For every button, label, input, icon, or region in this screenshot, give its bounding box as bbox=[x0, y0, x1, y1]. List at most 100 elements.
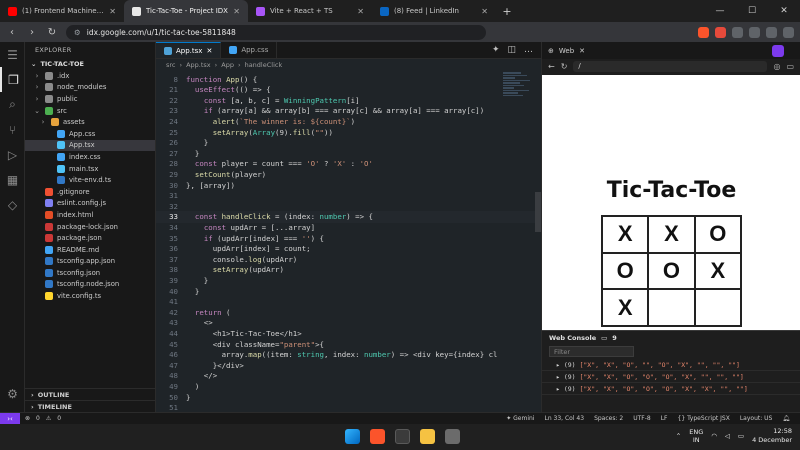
file-explorer-icon[interactable] bbox=[420, 429, 435, 444]
file-tree-item[interactable]: tsconfig.json bbox=[25, 267, 155, 279]
project-folder[interactable]: ⌄ TIC-TAC-TOE bbox=[25, 58, 155, 70]
file-tree-item[interactable]: App.tsx bbox=[25, 139, 155, 152]
search-icon[interactable]: ⌕ bbox=[0, 92, 25, 117]
menu-icon[interactable] bbox=[783, 26, 794, 38]
battery-icon[interactable]: ▭ bbox=[738, 432, 744, 440]
forward-icon[interactable]: › bbox=[26, 27, 38, 38]
tab-app-tsx[interactable]: App.tsx ✕ bbox=[156, 42, 222, 58]
store-icon[interactable] bbox=[395, 429, 410, 444]
file-tree-item[interactable]: .gitignore bbox=[25, 186, 155, 198]
file-tree-item[interactable]: main.tsx bbox=[25, 163, 155, 175]
file-tree-item[interactable]: package.json bbox=[25, 232, 155, 244]
encoding[interactable]: UTF-8 bbox=[633, 415, 651, 422]
board-cell[interactable]: X bbox=[602, 216, 649, 253]
code-line[interactable]: 51 bbox=[156, 402, 541, 412]
breadcrumb-item[interactable]: src bbox=[166, 61, 176, 69]
preview-eye-icon[interactable]: ◎ bbox=[773, 62, 780, 71]
gemini-panel-icon[interactable] bbox=[772, 44, 784, 57]
browser-tab[interactable]: (1) Frontend Machine Coding Interv ✕ bbox=[0, 0, 124, 22]
minimize-icon[interactable]: — bbox=[704, 0, 736, 22]
file-tree-item[interactable]: index.html bbox=[25, 209, 155, 221]
url-field[interactable]: ⚙ idx.google.com/u/1/tic-tac-toe-5811848 bbox=[66, 24, 486, 40]
close-tab-icon[interactable]: ✕ bbox=[481, 7, 488, 16]
file-tree-item[interactable]: › public bbox=[25, 93, 155, 105]
project-idx-icon[interactable]: ◇ bbox=[0, 192, 25, 217]
console-log-line[interactable]: ▸ (9) ["X", "X", "O", "O", "O", "X", "X"… bbox=[542, 383, 800, 395]
console-log-line[interactable]: ▸ (9) ["X", "X", "O", "O", "O", "X", "",… bbox=[542, 371, 800, 383]
web-back-icon[interactable]: ← bbox=[548, 62, 555, 71]
sidebar-icon[interactable] bbox=[749, 26, 760, 38]
web-tab-label[interactable]: Web bbox=[559, 47, 574, 55]
board-cell[interactable] bbox=[694, 289, 741, 326]
notifications-icon[interactable]: 🔔︎ bbox=[782, 415, 790, 422]
file-tree-item[interactable]: package-lock.json bbox=[25, 221, 155, 233]
breadcrumb-item[interactable]: handleClick bbox=[245, 61, 283, 69]
back-icon[interactable]: ‹ bbox=[6, 27, 18, 38]
devices-icon[interactable]: ▭ bbox=[786, 62, 794, 71]
board-cell[interactable]: X bbox=[694, 252, 741, 290]
new-tab-button[interactable]: + bbox=[496, 0, 518, 22]
board-cell[interactable]: X bbox=[602, 289, 649, 326]
console-filter-input[interactable]: Filter bbox=[549, 346, 634, 357]
file-tree-item[interactable]: vite.config.ts bbox=[25, 290, 155, 302]
file-tree-item[interactable]: vite-env.d.ts bbox=[25, 174, 155, 186]
file-tree-item[interactable]: ⌄ src bbox=[25, 105, 155, 117]
file-tree-item[interactable]: README.md bbox=[25, 244, 155, 256]
hamburger-menu-icon[interactable]: ☰ bbox=[0, 42, 25, 67]
board-cell[interactable]: X bbox=[648, 216, 695, 253]
web-reload-icon[interactable]: ↻ bbox=[561, 62, 568, 71]
site-info-icon[interactable]: ⚙ bbox=[74, 28, 81, 37]
windows-start-icon[interactable] bbox=[345, 429, 360, 444]
breadcrumb-item[interactable]: App.tsx bbox=[186, 61, 211, 69]
file-tree-item[interactable]: › assets bbox=[25, 116, 155, 128]
brave-shield-icon[interactable] bbox=[698, 26, 709, 38]
tab-app-css[interactable]: App.css bbox=[221, 42, 278, 58]
indentation[interactable]: Spaces: 2 bbox=[594, 415, 623, 422]
settings-gear-icon[interactable]: ⚙ bbox=[0, 381, 25, 406]
source-control-icon[interactable]: ⑂ bbox=[0, 117, 25, 142]
timeline-section[interactable]: › TIMELINE bbox=[25, 400, 156, 412]
app-icon[interactable] bbox=[445, 429, 460, 444]
file-tree-item[interactable]: index.css bbox=[25, 151, 155, 163]
language-indicator[interactable]: ENG IN bbox=[689, 428, 703, 444]
rewards-icon[interactable] bbox=[715, 26, 726, 38]
explorer-icon[interactable]: ❐ bbox=[0, 67, 25, 92]
remote-indicator-icon[interactable]: ›‹ bbox=[0, 412, 20, 425]
keyboard-layout[interactable]: Layout: US bbox=[740, 415, 773, 422]
file-tree-item[interactable]: › node_modules bbox=[25, 82, 155, 94]
board-cell[interactable]: O bbox=[648, 252, 695, 290]
board-cell[interactable]: O bbox=[602, 252, 649, 290]
end-of-line[interactable]: LF bbox=[661, 415, 668, 422]
extensions-icon[interactable] bbox=[732, 26, 743, 38]
file-tree-item[interactable]: App.css bbox=[25, 128, 155, 140]
language-mode[interactable]: {} TypeScript JSX bbox=[678, 415, 730, 422]
close-window-icon[interactable]: ✕ bbox=[768, 0, 800, 22]
brave-browser-icon[interactable] bbox=[370, 429, 385, 444]
file-tree-item[interactable]: › .idx bbox=[25, 70, 155, 82]
more-actions-icon[interactable]: … bbox=[524, 45, 533, 55]
close-tab-icon[interactable]: ✕ bbox=[109, 7, 116, 16]
gemini-status[interactable]: ✦ Gemini bbox=[506, 415, 534, 422]
close-tab-icon[interactable]: ✕ bbox=[206, 47, 212, 55]
wifi-icon[interactable]: ◠ bbox=[711, 432, 717, 440]
browser-tab[interactable]: Vite + React + TS ✕ bbox=[248, 0, 372, 22]
minimap[interactable] bbox=[503, 71, 533, 151]
browser-tab[interactable]: Tic-Tac-Toe - Project IDX ✕ bbox=[124, 0, 248, 22]
problems-indicator[interactable]: ⊗ 0 ⚠ 0 bbox=[20, 415, 61, 422]
code-area[interactable]: 8 function App() {21 useEffect(() => {22 … bbox=[156, 71, 541, 412]
clock[interactable]: 12:58 4 December bbox=[752, 427, 792, 445]
close-tab-icon[interactable]: ✕ bbox=[357, 7, 364, 16]
maximize-icon[interactable]: ☐ bbox=[736, 0, 768, 22]
split-editor-icon[interactable]: ◫ bbox=[507, 45, 516, 55]
cursor-position[interactable]: Ln 33, Col 43 bbox=[544, 415, 584, 422]
file-tree-item[interactable]: tsconfig.app.json bbox=[25, 256, 155, 268]
reload-icon[interactable]: ↻ bbox=[46, 27, 58, 38]
browser-tab[interactable]: (8) Feed | LinkedIn ✕ bbox=[372, 0, 496, 22]
board-cell[interactable]: O bbox=[694, 216, 741, 253]
gemini-sparkle-icon[interactable]: ✦ bbox=[492, 45, 500, 55]
run-debug-icon[interactable]: ▷ bbox=[0, 142, 25, 167]
close-tab-icon[interactable]: ✕ bbox=[233, 7, 240, 16]
close-web-tab-icon[interactable]: ✕ bbox=[579, 47, 585, 55]
extensions-panel-icon[interactable]: ▦ bbox=[0, 167, 25, 192]
board-cell[interactable] bbox=[648, 289, 695, 326]
